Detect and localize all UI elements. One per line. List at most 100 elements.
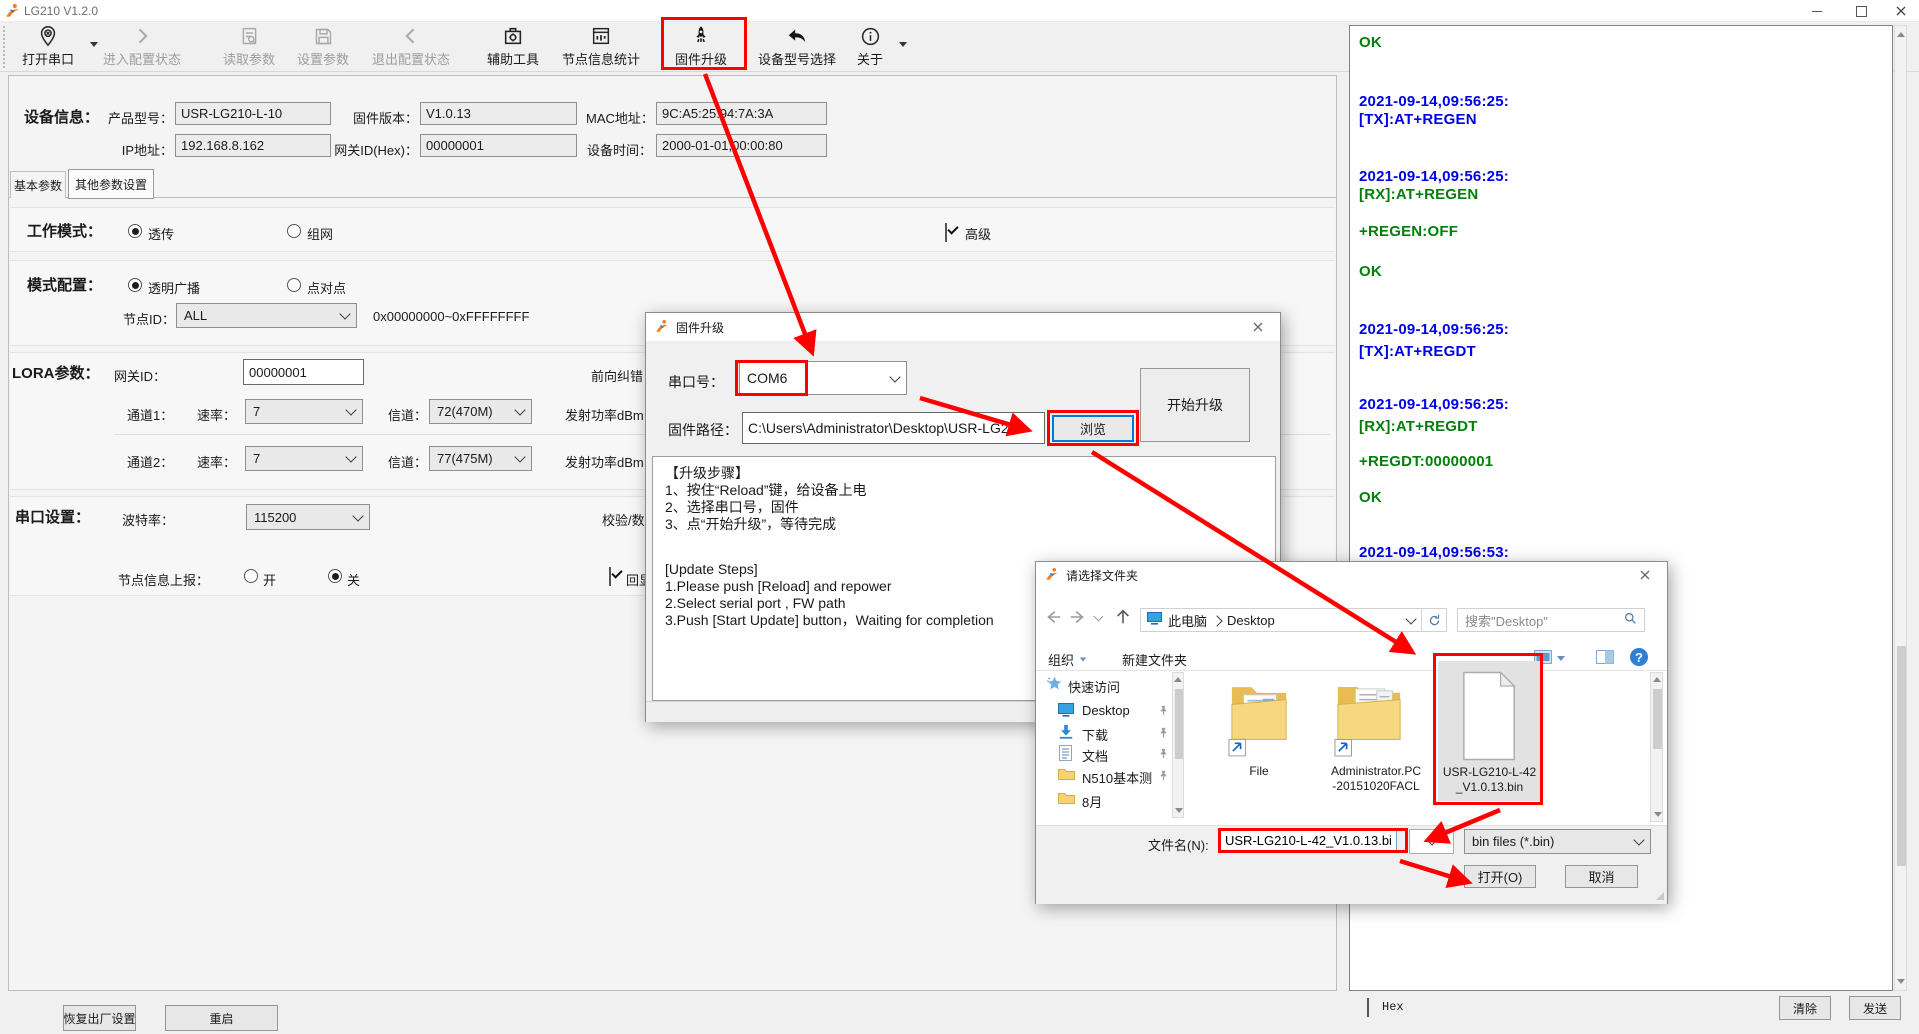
close-icon[interactable] [1245, 316, 1271, 338]
baud-select[interactable]: 115200 [246, 504, 370, 530]
lora-gateway-id-input[interactable]: 00000001 [243, 359, 364, 385]
sidebar-item-downloads[interactable]: 下载 [1082, 725, 1108, 744]
organize-button[interactable]: 组织 [1048, 650, 1087, 669]
log-scrollbar[interactable] [1894, 25, 1907, 991]
advanced-checkbox[interactable] [945, 223, 947, 242]
work-mode-transparent-radio[interactable] [128, 224, 142, 238]
tab-basic-params[interactable]: 基本参数 [10, 171, 66, 198]
filename-input[interactable] [1219, 829, 1397, 852]
serial-port-label: 串口号： [668, 372, 724, 392]
fw-version-field[interactable]: V1.0.13 [420, 102, 577, 125]
breadcrumb-separator-icon [1211, 615, 1222, 626]
toolbar-item-label: 进入配置状态 [103, 49, 181, 68]
p2p-radio[interactable] [287, 278, 301, 292]
toolbar-device-model-button[interactable]: 设备型号选择 [749, 24, 845, 68]
folder-administrator-icon[interactable] [1334, 679, 1404, 768]
fw-dialog-titlebar: 固件升级 [646, 313, 1280, 342]
channel1-select[interactable]: 72(470M) [429, 399, 532, 424]
quick-access-star-icon [1047, 676, 1062, 696]
file-item-label-selected[interactable]: USR-LG210-L-42_V1.0.13.bin [1442, 765, 1537, 795]
broadcast-radio[interactable] [128, 278, 142, 292]
toolbar-about-button[interactable]: 关于 [847, 24, 893, 68]
log-line: +REGEN:OFF [1359, 223, 1458, 240]
sidebar-item-n510[interactable]: N510基本测 [1082, 768, 1152, 787]
filename-dropdown[interactable] [1409, 829, 1454, 854]
history-chevron-icon[interactable] [1094, 612, 1104, 622]
log-line: OK [1359, 489, 1382, 506]
help-icon[interactable]: ? [1630, 648, 1648, 666]
folder-file-icon[interactable] [1228, 679, 1290, 768]
new-folder-button[interactable]: 新建文件夹 [1122, 650, 1187, 669]
file-type-filter-select[interactable]: bin files (*.bin) [1464, 829, 1651, 854]
close-icon[interactable] [1632, 564, 1658, 586]
up-icon[interactable] [1114, 608, 1132, 631]
sidebar-item-quick-access[interactable]: 快速访问 [1068, 677, 1120, 696]
search-box[interactable]: 搜索"Desktop" [1457, 608, 1645, 632]
toolbar-enter-config-button[interactable]: 进入配置状态 [94, 24, 190, 68]
sidebar-item-august[interactable]: 8月 [1082, 792, 1102, 811]
maximize-button[interactable] [1839, 0, 1883, 22]
preview-pane-icon[interactable] [1596, 650, 1614, 670]
toolbar-exit-config-button[interactable]: 退出配置状态 [363, 24, 459, 68]
address-dropdown-icon[interactable] [1405, 613, 1416, 624]
mac-field[interactable]: 9C:A5:25:94:7A:3A [656, 102, 827, 125]
minimize-button[interactable] [1795, 0, 1839, 22]
about-dropdown-caret[interactable] [899, 42, 907, 47]
sidebar-scrollbar[interactable] [1172, 672, 1184, 818]
send-button[interactable]: 发送 [1849, 996, 1901, 1020]
toolbar-aux-tools-button[interactable]: 辅助工具 [478, 24, 548, 68]
gateway-id-hex-field[interactable]: 00000001 [420, 134, 577, 157]
address-bar[interactable]: 此电脑 Desktop [1140, 608, 1422, 632]
lora-params-label: LORA参数： [12, 362, 100, 383]
restart-button[interactable]: 重启 [165, 1005, 278, 1031]
view-dropdown-caret[interactable] [1557, 656, 1565, 661]
log-line: OK [1359, 34, 1382, 51]
bin-file-icon[interactable] [1460, 670, 1518, 767]
back-icon[interactable] [1044, 608, 1062, 631]
start-upgrade-button[interactable]: 开始升级 [1140, 368, 1250, 442]
sidebar-item-documents[interactable]: 文档 [1082, 746, 1108, 765]
node-id-select[interactable]: ALL [176, 303, 357, 328]
forward-icon[interactable] [1069, 608, 1087, 631]
filelist-scrollbar[interactable] [1650, 672, 1663, 822]
browse-button[interactable]: 浏览 [1052, 415, 1134, 442]
device-time-field[interactable]: 2000-01-01,00:00:80 [656, 134, 827, 157]
file-item-label[interactable]: Administrator.PC-20151020FACL [1329, 764, 1423, 794]
rate1-select[interactable]: 7 [245, 399, 363, 424]
file-item-label[interactable]: File [1222, 764, 1296, 779]
toolbar-item-label: 退出配置状态 [372, 49, 450, 68]
breadcrumb-root[interactable]: 此电脑 [1168, 611, 1207, 630]
tab-other-params[interactable]: 其他参数设置 [68, 169, 154, 199]
cancel-file-button[interactable]: 取消 [1565, 865, 1638, 888]
file-dialog-titlebar: 请选择文件夹 [1036, 562, 1667, 588]
toolbar-firmware-upgrade-button[interactable]: 固件升级 [666, 24, 736, 68]
ip-field[interactable]: 192.168.8.162 [175, 134, 331, 157]
report-off-label: 关 [347, 570, 360, 589]
chevron-down-icon [514, 451, 525, 462]
product-field[interactable]: USR-LG210-L-10 [175, 102, 331, 125]
breadcrumb-folder[interactable]: Desktop [1227, 613, 1275, 628]
clear-log-button[interactable]: 清除 [1779, 996, 1831, 1020]
log-line: 2021-09-14,09:56:25: [1359, 321, 1509, 338]
toolbar-set-params-button[interactable]: 设置参数 [288, 24, 358, 68]
close-button[interactable] [1883, 0, 1919, 22]
resize-grip[interactable] [1656, 892, 1664, 900]
fw-path-input[interactable]: C:\Users\Administrator\Desktop\USR-LG2 [742, 412, 1045, 444]
serial-port-select[interactable]: COM6 [739, 361, 907, 395]
work-mode-network-radio[interactable] [287, 224, 301, 238]
report-on-radio[interactable] [244, 569, 258, 583]
open-file-button[interactable]: 打开(O) [1464, 865, 1536, 888]
toolbar-node-stats-button[interactable]: 节点信息统计 [553, 24, 649, 68]
channel2-select[interactable]: 77(475M) [429, 446, 532, 471]
toolbar-read-params-button[interactable]: 读取参数 [214, 24, 284, 68]
rate2-select[interactable]: 7 [245, 446, 363, 471]
hex-checkbox[interactable] [1367, 998, 1369, 1017]
echo-checkbox[interactable] [609, 567, 611, 586]
chevron-down-icon [345, 404, 356, 415]
refresh-button[interactable] [1422, 608, 1447, 632]
download-icon [1058, 724, 1074, 745]
toolbar-open-serial-button[interactable]: 打开串口 [10, 24, 86, 68]
sidebar-item-desktop[interactable]: Desktop [1082, 703, 1130, 718]
report-off-radio[interactable] [328, 569, 342, 583]
factory-reset-button[interactable]: 恢复出厂设置 [63, 1005, 136, 1031]
